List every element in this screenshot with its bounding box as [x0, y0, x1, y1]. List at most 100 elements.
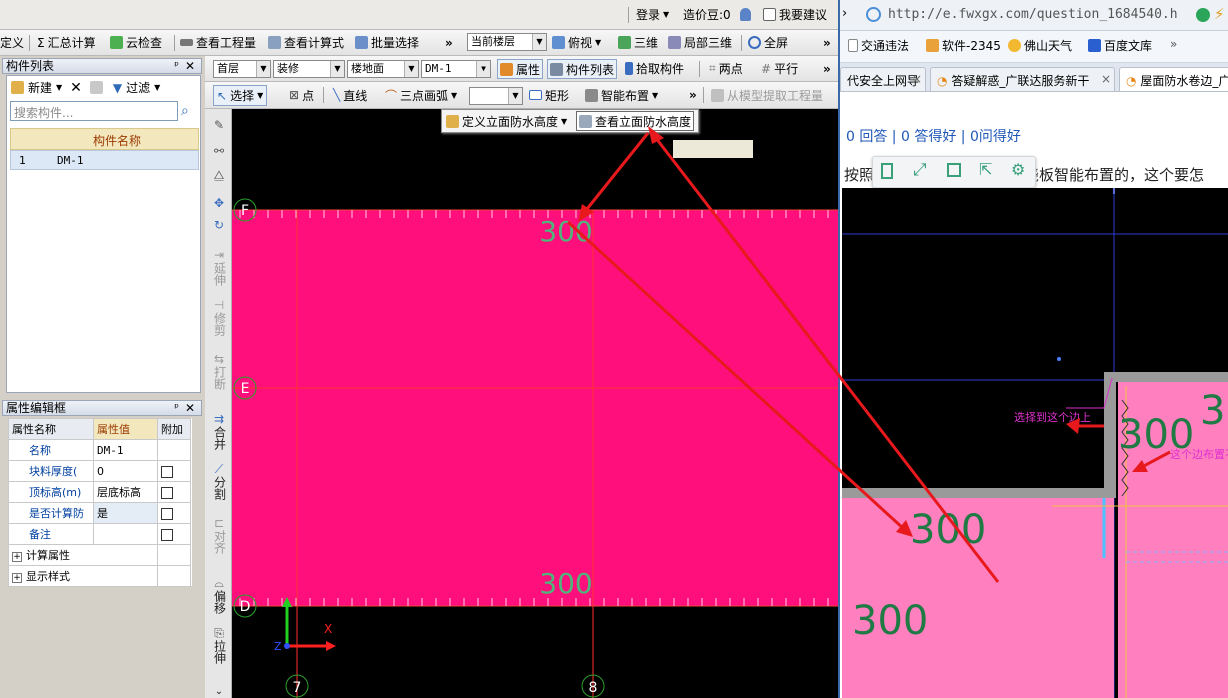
vertical-more-icon[interactable]: ⌄ [205, 685, 233, 698]
close-icon[interactable]: × [1101, 72, 1111, 86]
property-value[interactable]: 是 [93, 502, 158, 524]
component-row[interactable]: 1 DM-1 [10, 150, 199, 170]
share-icon[interactable]: ⇱ [979, 160, 992, 179]
view-formula-button[interactable]: 查看计算式 [268, 30, 344, 55]
arc-button[interactable]: ⌒ 三点画弧 ▼ [385, 82, 457, 108]
component-toolbar: 首层 ▼ 装修 ▼ 楼地面 ▼ DM-1 ▼ 属性 构件列表 拾取构件 ⌗ 两点 # 平行 … [205, 56, 838, 82]
top-view-button[interactable]: 俯视 ▼ [552, 30, 601, 55]
fullscreen-icon[interactable]: ⤢ [913, 160, 927, 180]
header-property-value: 属性值 [93, 418, 158, 440]
merge-tool[interactable]: ⇉ 合并 [205, 413, 233, 453]
cloud-check-button[interactable]: 云检查 [110, 30, 162, 55]
offset-tool[interactable]: ⌓ 偏移 [205, 577, 233, 617]
ucs-z-label: Z [274, 640, 282, 653]
floor-select[interactable]: 首层 ▼ [213, 60, 271, 78]
extra-checkbox[interactable] [161, 465, 173, 478]
toolbar-more-3[interactable]: » [823, 56, 831, 81]
properties-button[interactable]: 属性 [497, 59, 544, 79]
floor-region[interactable] [232, 210, 838, 606]
nav-arrow-icon[interactable]: › [842, 6, 847, 21]
split-tool[interactable]: ⟋ 分割 [205, 463, 233, 503]
mirror-icon[interactable]: ⧋ [205, 169, 233, 182]
bookmark-item[interactable]: 佛山天气 [1008, 37, 1072, 54]
property-value[interactable] [93, 523, 158, 545]
local-3d-button[interactable]: 局部三维 [668, 30, 732, 55]
delete-icon[interactable]: ✕ [70, 80, 82, 96]
move-icon[interactable]: ✥ [205, 197, 233, 210]
gear-icon[interactable]: ⚙ [1011, 160, 1025, 179]
copy-tool-icon[interactable]: ⚯ [205, 145, 233, 158]
suggest-button[interactable]: 我要建议 [763, 0, 827, 29]
phone-icon[interactable] [881, 163, 893, 179]
sum-calc-button[interactable]: Σ 汇总计算 [37, 30, 96, 55]
column-header-name: 构件名称 [93, 134, 142, 148]
category-select[interactable]: 装修 ▼ [273, 60, 345, 78]
rotate-icon[interactable]: ↻ [205, 219, 233, 232]
two-point-button[interactable]: ⌗ 两点 [709, 56, 743, 81]
define-height-item[interactable]: 定义立面防水高度 ▼ [446, 110, 567, 132]
bell-icon[interactable] [740, 0, 751, 29]
rect-button[interactable]: 矩形 [529, 82, 569, 108]
url-field[interactable]: http://e.fwxgx.com/question_1684540.h [888, 7, 1178, 22]
property-value[interactable]: 层底标高 [93, 481, 158, 503]
refresh-icon[interactable] [1196, 8, 1210, 22]
align-tool[interactable]: ⊏ 对齐 [205, 517, 233, 557]
three-d-button[interactable]: 三维 [618, 30, 658, 55]
extra-checkbox[interactable] [161, 528, 173, 541]
smart-layout-button[interactable]: 智能布置 ▼ [585, 82, 658, 108]
parallel-button[interactable]: # 平行 [761, 56, 798, 81]
browser-tab-active[interactable]: ◔ 屋面防水卷边_广 [1119, 67, 1228, 91]
toolbar-more-4[interactable]: » [689, 82, 697, 108]
bookmarks-more[interactable]: » [1170, 37, 1177, 51]
point-button[interactable]: ⊠ 点 [289, 82, 314, 108]
bookmark-item[interactable]: 百度文库 [1088, 37, 1152, 54]
element-select[interactable]: DM-1 ▼ [421, 60, 491, 78]
pick-component-button[interactable]: 拾取构件 [625, 56, 684, 81]
property-group-row[interactable]: + 计算属性 [8, 544, 191, 566]
arc-option-select[interactable]: ▼ [469, 87, 523, 105]
toolbar-more-1[interactable]: » [445, 30, 453, 55]
close-icon[interactable]: ✕ [185, 401, 195, 415]
search-component-input[interactable]: 搜索构件... [10, 101, 178, 121]
save-icon[interactable] [947, 163, 961, 177]
view-height-item[interactable]: 查看立面防水高度 [576, 111, 695, 131]
extract-quantity-button[interactable]: 从模型提取工程量 [711, 82, 823, 108]
expand-icon[interactable]: + [12, 573, 22, 583]
break-tool[interactable]: ⇆ 打断 [205, 353, 233, 393]
view-quantity-button[interactable]: 查看工程量 [180, 30, 256, 55]
new-component-button[interactable]: 新建 [28, 79, 52, 96]
drawing-canvas[interactable]: F E D 7 8 300 300 Z X [232, 109, 838, 698]
bookmark-item[interactable]: 交通违法 [848, 37, 909, 54]
lightning-icon[interactable]: ⚡ [1214, 5, 1225, 23]
search-icon[interactable]: ⌕ [181, 103, 189, 119]
fullscreen-button[interactable]: 全屏 [748, 30, 788, 55]
close-icon[interactable]: ✕ [185, 59, 195, 73]
trim-tool[interactable]: ⊣ 修剪 [205, 299, 233, 339]
login-button[interactable]: 登录 ▼ [636, 0, 669, 29]
bookmark-item[interactable]: 软件-2345 [926, 37, 1001, 54]
subtype-select[interactable]: 楼地面 ▼ [347, 60, 419, 78]
pin-icon[interactable]: ᵖ [174, 401, 179, 415]
toolbar-more-2[interactable]: » [823, 30, 831, 55]
filter-button[interactable]: 过滤 [126, 79, 150, 96]
batch-select-button[interactable]: 批量选择 [355, 30, 419, 55]
property-group-row[interactable]: + 显示样式 [8, 565, 191, 587]
close-icon[interactable]: × [912, 72, 922, 86]
current-floor-select[interactable]: 当前楼层 ▼ [467, 33, 547, 51]
extra-checkbox[interactable] [161, 486, 173, 499]
define-button[interactable]: 定义 [0, 30, 24, 55]
expand-icon[interactable]: + [12, 552, 22, 562]
extra-checkbox[interactable] [161, 507, 173, 520]
browser-tab[interactable]: ◔ 答疑解惑_广联达服务新干 × [930, 67, 1115, 91]
extend-tool[interactable]: ⇥ 延伸 [205, 249, 233, 289]
stretch-tool[interactable]: ⎘ 拉伸 [205, 627, 233, 667]
line-button[interactable]: ╲ 直线 [333, 82, 367, 108]
pin-icon[interactable]: ᵖ [174, 59, 179, 73]
browser-tab[interactable]: 代安全上网导 × [840, 67, 926, 91]
brush-icon[interactable]: ✎ [205, 119, 233, 132]
property-value[interactable]: 0 [93, 460, 158, 482]
copy-icon[interactable] [89, 81, 103, 94]
property-value[interactable]: DM-1 [93, 439, 158, 461]
select-button[interactable]: ↖ 选择 ▼ [213, 85, 268, 106]
component-list-button[interactable]: 构件列表 [547, 59, 618, 79]
